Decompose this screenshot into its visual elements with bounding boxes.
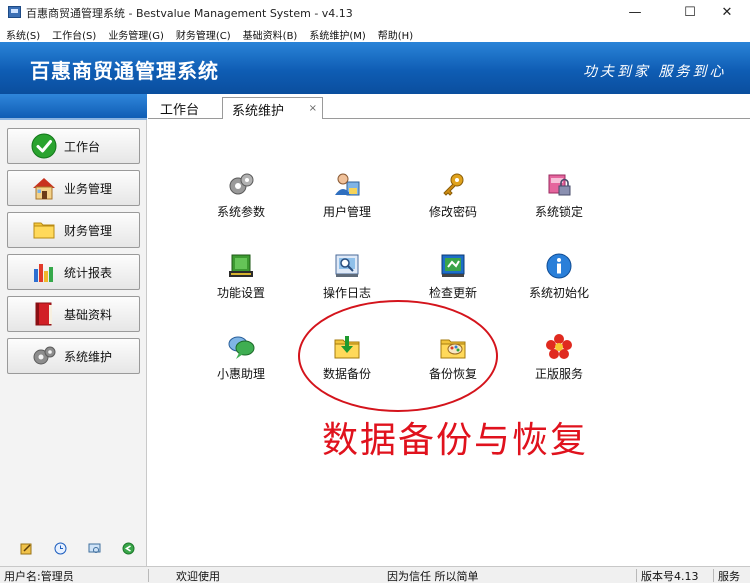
sidebar-item-maintenance[interactable]: 系统维护 xyxy=(7,338,140,374)
menu-bar: 系统(S) 工作台(S) 业务管理(G) 财务管理(C) 基础资料(B) 系统维… xyxy=(0,25,750,42)
edit-icon[interactable] xyxy=(20,540,33,555)
tile-system-params[interactable]: 系统参数 xyxy=(196,171,286,227)
info-icon xyxy=(545,252,573,280)
tile-system-lock[interactable]: 系统锁定 xyxy=(514,171,604,227)
book-icon xyxy=(30,300,58,328)
tab-workbench[interactable]: 工作台 xyxy=(160,99,199,121)
app-name: 百惠商贸通管理系统 xyxy=(30,59,219,83)
sidebar-footer xyxy=(0,528,147,566)
tile-label: 系统锁定 xyxy=(534,205,583,219)
status-divider xyxy=(636,569,637,582)
menu-maintenance[interactable]: 系统维护(M) xyxy=(303,25,371,42)
tile-label: 功能设置 xyxy=(216,286,265,300)
slogan: 功夫到家 服务到心 xyxy=(583,64,727,80)
close-button[interactable]: ✕ xyxy=(704,0,750,25)
tile-assistant[interactable]: 小惠助理 xyxy=(196,333,286,389)
app-icon xyxy=(8,6,21,18)
tile-change-password[interactable]: 修改密码 xyxy=(408,171,498,227)
sidebar-item-workbench[interactable]: 工作台 xyxy=(7,128,140,164)
tile-label: 用户管理 xyxy=(322,205,371,219)
tab-close-button[interactable]: × xyxy=(309,103,317,114)
highlight-ellipse xyxy=(298,300,498,412)
tile-label: 检查更新 xyxy=(428,286,477,300)
menu-finance[interactable]: 财务管理(C) xyxy=(170,25,237,42)
minimize-button[interactable]: — xyxy=(612,0,658,25)
tile-genuine-service[interactable]: 正版服务 xyxy=(514,333,604,389)
sidebar-item-basic-data[interactable]: 基础资料 xyxy=(7,296,140,332)
tab-system-maintenance[interactable]: 系统维护 × xyxy=(222,97,323,120)
status-motto: 因为信任 所以简单 xyxy=(387,570,479,583)
status-welcome: 欢迎使用 xyxy=(176,570,220,583)
tile-user-management[interactable]: 用户管理 xyxy=(302,171,392,227)
chat-icon xyxy=(227,333,255,361)
status-divider xyxy=(713,569,714,582)
title-bar[interactable]: 百惠商贸通管理系统 - Bestvalue Management System … xyxy=(0,0,750,25)
menu-basic-data[interactable]: 基础资料(B) xyxy=(237,25,304,42)
tile-label: 正版服务 xyxy=(534,367,583,381)
tile-label: 修改密码 xyxy=(428,205,477,219)
clock-icon[interactable] xyxy=(54,540,67,555)
status-version: 版本号4.13 xyxy=(641,570,699,583)
back-arrow-icon[interactable] xyxy=(122,540,135,555)
menu-business[interactable]: 业务管理(G) xyxy=(102,25,170,42)
lock-icon xyxy=(545,171,573,199)
status-divider xyxy=(148,569,149,582)
status-service: 服务 xyxy=(718,570,740,583)
log-icon xyxy=(333,252,361,280)
sidebar-item-label: 业务管理 xyxy=(64,181,113,196)
tile-label: 小惠助理 xyxy=(216,367,265,381)
checkmark-icon xyxy=(30,132,58,160)
sidebar-item-label: 统计报表 xyxy=(64,265,113,280)
sidebar-item-reports[interactable]: 统计报表 xyxy=(7,254,140,290)
tab-label: 系统维护 xyxy=(232,104,285,119)
update-icon xyxy=(439,252,467,280)
sidebar-header xyxy=(0,94,147,118)
window-title: 百惠商贸通管理系统 - Bestvalue Management System … xyxy=(26,7,353,20)
app-window: 百惠商贸通管理系统 - Bestvalue Management System … xyxy=(0,0,750,583)
sidebar-item-label: 财务管理 xyxy=(64,223,113,238)
folder-icon xyxy=(30,216,58,244)
sidebar-item-business[interactable]: 业务管理 xyxy=(7,170,140,206)
house-icon xyxy=(30,174,58,202)
function-settings-icon xyxy=(227,252,255,280)
menu-workbench[interactable]: 工作台(S) xyxy=(46,25,102,42)
status-user: 用户名:管理员 xyxy=(4,570,74,583)
tile-label: 系统参数 xyxy=(216,205,265,219)
sidebar: 工作台 业务管理 财务管理 统计报表 基础资料 系统维护 xyxy=(0,94,147,566)
magnifier-icon[interactable] xyxy=(88,540,101,553)
tile-check-update[interactable]: 检查更新 xyxy=(408,252,498,308)
menu-help[interactable]: 帮助(H) xyxy=(372,25,419,42)
gear-icon xyxy=(30,342,58,370)
status-bar: 用户名:管理员 欢迎使用 因为信任 所以简单 版本号4.13 服务 xyxy=(0,566,750,583)
sidebar-item-label: 系统维护 xyxy=(64,349,113,364)
main-content: 系统参数 用户管理 修改密码 系统锁定 功能设置 操作日志 检查更新 系统初始化… xyxy=(148,119,750,566)
sidebar-item-label: 工作台 xyxy=(64,139,101,154)
tile-label: 操作日志 xyxy=(322,286,371,300)
gears-icon xyxy=(227,171,255,199)
tile-function-settings[interactable]: 功能设置 xyxy=(196,252,286,308)
header-banner: 百惠商贸通管理系统 功夫到家 服务到心 xyxy=(0,42,750,94)
users-icon xyxy=(333,171,361,199)
flower-icon xyxy=(545,333,573,361)
sidebar-item-label: 基础资料 xyxy=(64,307,113,322)
annotation-text: 数据备份与恢复 xyxy=(322,420,589,461)
key-icon xyxy=(439,171,467,199)
sidebar-item-finance[interactable]: 财务管理 xyxy=(7,212,140,248)
menu-system[interactable]: 系统(S) xyxy=(0,25,46,42)
bar-chart-icon xyxy=(30,258,58,286)
tile-operation-log[interactable]: 操作日志 xyxy=(302,252,392,308)
tile-system-init[interactable]: 系统初始化 xyxy=(514,252,604,308)
tab-strip: 工作台 系统维护 × xyxy=(148,94,750,121)
sidebar-divider xyxy=(0,118,147,120)
tile-label: 系统初始化 xyxy=(528,286,589,300)
